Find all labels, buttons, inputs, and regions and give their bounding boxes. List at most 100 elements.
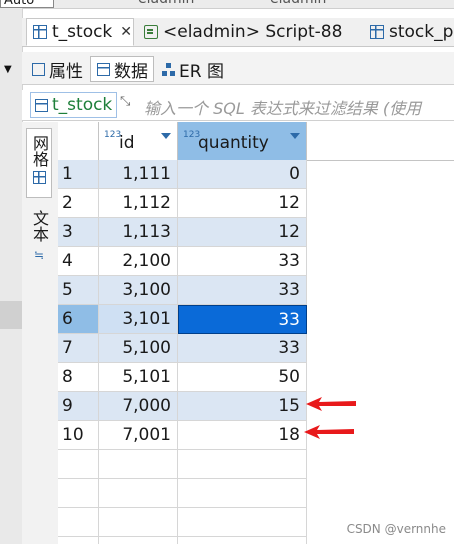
table-row[interactable]: 9 7,000 15	[58, 392, 454, 421]
cell-quantity[interactable]: 15	[178, 392, 307, 421]
cell-id[interactable]: 7,001	[99, 421, 178, 450]
cell-id[interactable]: 3,100	[99, 276, 178, 305]
row-number[interactable]: 1	[58, 160, 99, 189]
expand-icon[interactable]: ⤡	[120, 94, 130, 109]
empty-row	[58, 450, 454, 479]
tab-label: 文本	[30, 210, 49, 242]
tab-label: stock_p	[389, 22, 454, 42]
cell-quantity[interactable]: 12	[178, 189, 307, 218]
table-icon	[35, 98, 48, 112]
cell-id[interactable]: 5,100	[99, 334, 178, 363]
table-row[interactable]: 8 5,101 50	[58, 363, 454, 392]
row-number[interactable]: 8	[58, 363, 99, 392]
empty-cell	[178, 479, 307, 508]
table-icon	[33, 25, 47, 39]
cell-quantity[interactable]: 0	[178, 160, 307, 189]
empty-cell	[58, 450, 99, 479]
empty-cell	[58, 508, 99, 537]
empty-cell	[58, 537, 99, 544]
tab-properties[interactable]: 属性	[26, 56, 88, 82]
row-number[interactable]: 7	[58, 334, 99, 363]
cell-quantity[interactable]: 33	[178, 247, 307, 276]
cell-id[interactable]: 3,101	[99, 305, 178, 334]
column-name: quantity	[198, 133, 269, 153]
table-row[interactable]: 1 1,111 0	[58, 160, 454, 189]
table-row[interactable]: 6 3,101 33	[58, 305, 454, 334]
sort-arrow-icon[interactable]	[161, 133, 171, 139]
dropdown-arrow-icon[interactable]: ▼	[4, 64, 12, 75]
cell-id[interactable]: 1,112	[99, 189, 178, 218]
table-row[interactable]: 10 7,001 18	[58, 421, 454, 450]
row-number[interactable]: 4	[58, 247, 99, 276]
column-header-id[interactable]: 123 id	[99, 122, 178, 160]
empty-cell	[178, 508, 307, 537]
table-row[interactable]: 4 2,100 33	[58, 247, 454, 276]
cell-id[interactable]: 1,113	[99, 218, 178, 247]
tab-grid-view[interactable]: 网格	[26, 128, 52, 198]
row-number[interactable]: 9	[58, 392, 99, 421]
text-view-icon: ≒	[33, 248, 45, 262]
cell-id[interactable]: 7,000	[99, 392, 178, 421]
column-name: id	[119, 133, 135, 153]
navigator-selected-item[interactable]	[0, 301, 22, 329]
row-number[interactable]: 2	[58, 189, 99, 218]
tab-text-view[interactable]: 文本 ≒	[26, 206, 52, 270]
empty-cell	[99, 508, 178, 537]
cell-quantity[interactable]: 50	[178, 363, 307, 392]
row-number[interactable]: 6	[58, 305, 99, 334]
properties-icon	[32, 62, 45, 76]
top-toolbar-strip: Auto eladmin eladmin	[0, 0, 454, 9]
empty-cell	[178, 450, 307, 479]
row-number-header[interactable]	[58, 122, 99, 160]
er-diagram-icon	[162, 62, 175, 76]
cell-quantity[interactable]: 12	[178, 218, 307, 247]
cell-id[interactable]: 5,101	[99, 363, 178, 392]
sort-arrow-icon[interactable]	[290, 133, 300, 139]
editor-sub-tabs: 属性 数据 ER 图	[22, 52, 454, 85]
table-icon	[370, 25, 384, 39]
auto-commit-selector[interactable]: Auto	[0, 0, 54, 8]
tab-script-88[interactable]: <eladmin> Script-88	[138, 18, 356, 46]
row-number[interactable]: 10	[58, 421, 99, 450]
table-row[interactable]: 7 5,100 33	[58, 334, 454, 363]
cell-id[interactable]: 1,111	[99, 160, 178, 189]
filter-input[interactable]: 输入一个 SQL 表达式来过滤结果 (使用	[144, 95, 421, 119]
row-number[interactable]: 5	[58, 276, 99, 305]
table-row[interactable]: 5 3,100 33	[58, 276, 454, 305]
results-grid: 123 id 123 quantity 1 1,111 0 2 1,112 12 3 1,11…	[58, 122, 454, 544]
tab-stock-p[interactable]: stock_p	[364, 18, 454, 46]
watermark: CSDN @vernnhe	[346, 522, 446, 536]
table-name-chip[interactable]: t_stock	[30, 92, 118, 118]
annotation-arrow-icon	[306, 397, 356, 411]
cell-id[interactable]: 2,100	[99, 247, 178, 276]
annotation-arrow-icon	[304, 425, 354, 439]
empty-cell	[99, 537, 178, 544]
tab-label: 数据	[114, 61, 148, 82]
navigator-panel-edge: ▼	[0, 8, 23, 544]
empty-cell	[99, 450, 178, 479]
grid-header: 123 id 123 quantity	[58, 122, 454, 161]
table-row[interactable]: 3 1,113 12	[58, 218, 454, 247]
row-number[interactable]: 3	[58, 218, 99, 247]
tab-data[interactable]: 数据	[90, 56, 154, 82]
tab-label: t_stock	[52, 22, 113, 42]
filter-bar: t_stock ⤡ 输入一个 SQL 表达式来过滤结果 (使用	[22, 90, 454, 121]
cell-quantity[interactable]: 33	[178, 305, 307, 334]
tab-er-diagram[interactable]: ER 图	[156, 56, 228, 82]
empty-row	[58, 537, 454, 544]
cell-quantity[interactable]: 18	[178, 421, 307, 450]
database-label: eladmin	[270, 0, 326, 7]
close-icon[interactable]: ✕	[120, 24, 132, 40]
table-row[interactable]: 2 1,112 12	[58, 189, 454, 218]
cell-quantity[interactable]: 33	[178, 334, 307, 363]
empty-row	[58, 479, 454, 508]
grid-icon	[32, 171, 46, 184]
tab-label: <eladmin> Script-88	[163, 22, 343, 42]
tab-label: 网格	[30, 135, 49, 167]
editor-tabs: t_stock ✕ <eladmin> Script-88 stock_p	[22, 18, 454, 47]
table-name-label: t_stock	[52, 95, 113, 115]
tab-t-stock[interactable]: t_stock ✕	[26, 18, 134, 46]
empty-cell	[58, 479, 99, 508]
column-header-quantity[interactable]: 123 quantity	[178, 122, 307, 160]
cell-quantity[interactable]: 33	[178, 276, 307, 305]
